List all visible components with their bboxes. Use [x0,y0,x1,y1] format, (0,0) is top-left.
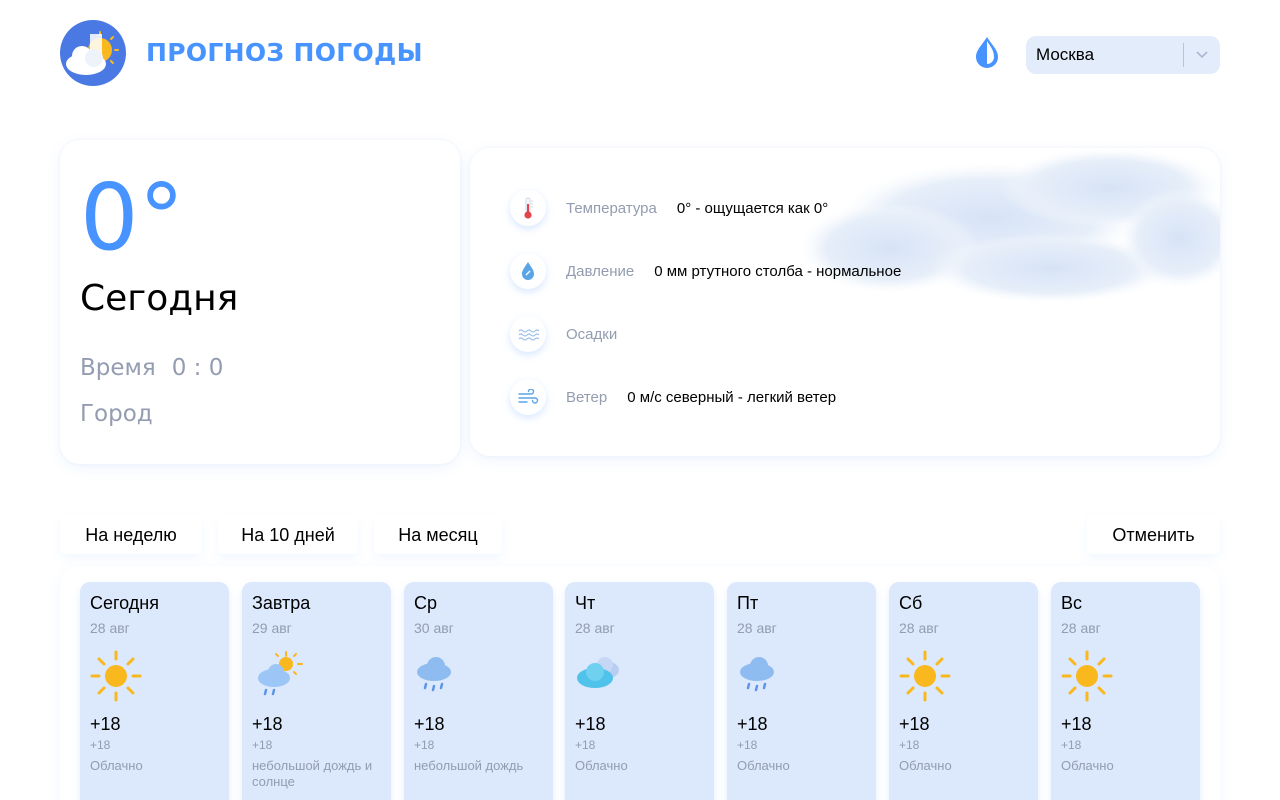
detail-row-precipitation: Осадки [510,314,637,354]
forecast-date: 30 авг [414,620,454,636]
forecast-description: Облачно [899,758,952,773]
forecast-day-card[interactable]: Ср 30 авг +18 +18 небольшой дождь [404,582,553,800]
detail-row-pressure: Давление 0 мм ртутного столба - нормальн… [510,251,901,291]
forecast-description: Облачно [575,758,628,773]
rain-sun-icon [250,648,306,704]
detail-label: Осадки [566,325,618,343]
detail-label: Давление [566,262,635,280]
drop-icon[interactable] [972,35,1002,69]
forecast-description: небольшой дождь и солнце [252,758,373,789]
forecast-panel: Сегодня 28 авг +18 +18 Облачно Завтра 29… [60,566,1220,800]
forecast-day-card[interactable]: Вс 28 авг +18 +18 Облачно [1051,582,1200,800]
app-title: ПРОГНОЗ ПОГОДЫ [146,38,423,67]
chevron-down-icon[interactable] [1184,36,1220,74]
pressure-drop-icon [510,253,546,289]
time-label: Время [80,355,156,381]
cloud-sun-icon [60,20,126,86]
forecast-day-card[interactable]: Пт 28 авг +18 +18 Облачно [727,582,876,800]
forecast-date: 28 авг [1061,620,1101,636]
forecast-day-name: Пт [737,593,759,613]
forecast-day-card[interactable]: Завтра 29 авг +18 +18 небольшой дождь и … [242,582,391,800]
city-label: Город [80,401,153,427]
sun-icon [1059,648,1115,704]
forecast-description: небольшой дождь [414,758,524,773]
tab-week[interactable]: На неделю [60,516,202,554]
wind-icon [510,379,546,415]
forecast-date: 28 авг [575,620,615,636]
detail-label: Температура [566,199,657,217]
forecast-date: 29 авг [252,620,292,636]
city-select-value: Москва [1036,45,1095,64]
forecast-description: Облачно [90,758,143,773]
forecast-feels-like: +18 [899,738,920,752]
forecast-day-name: Вс [1061,593,1083,613]
forecast-temp: +18 [737,714,768,734]
forecast-temp: +18 [414,714,445,734]
time-row: Время 0 : 0 [80,355,223,381]
sun-icon [88,648,144,704]
tab-10-days[interactable]: На 10 дней [218,516,358,554]
today-card: 0° Сегодня Время 0 : 0 Город [60,140,460,464]
forecast-feels-like: +18 [414,738,435,752]
forecast-date: 28 авг [737,620,777,636]
forecast-date: 28 авг [899,620,939,636]
rain-icon [735,648,791,704]
forecast-feels-like: +18 [737,738,758,752]
forecast-day-name: Завтра [252,593,311,613]
forecast-day-card[interactable]: Сб 28 авг +18 +18 Облачно [889,582,1038,800]
forecast-date: 28 авг [90,620,130,636]
current-temperature: 0° [80,164,185,271]
tab-month[interactable]: На месяц [374,516,502,554]
detail-value: 0 м/с северный - легкий ветер [627,388,837,406]
forecast-day-name: Ср [414,593,438,613]
detail-value: 0° - ощущается как 0° [676,199,829,217]
forecast-temp: +18 [575,714,606,734]
forecast-day-card[interactable]: Сегодня 28 авг +18 +18 Облачно [80,582,229,800]
time-value: 0 : 0 [171,355,224,381]
today-label: Сегодня [80,278,239,319]
city-select[interactable]: Москва [1026,36,1220,74]
header: ПРОГНОЗ ПОГОДЫ Москва [60,20,1220,86]
forecast-day-name: Чт [575,593,596,613]
forecast-day-name: Сб [899,593,923,613]
forecast-feels-like: +18 [1061,738,1082,752]
details-card: Температура 0° - ощущается как 0° Давлен… [470,148,1220,456]
forecast-description: Облачно [1061,758,1114,773]
cancel-button[interactable]: Отменить [1087,516,1220,554]
forecast-feels-like: +18 [90,738,111,752]
precipitation-icon [510,316,546,352]
thermometer-icon [510,190,546,226]
detail-row-temperature: Температура 0° - ощущается как 0° [510,188,828,228]
forecast-temp: +18 [1061,714,1092,734]
forecast-day-name: Сегодня [90,593,159,613]
forecast-temp: +18 [90,714,121,734]
forecast-feels-like: +18 [252,738,273,752]
forecast-temp: +18 [252,714,283,734]
rain-icon [412,648,468,704]
sun-icon [897,648,953,704]
forecast-temp: +18 [899,714,930,734]
forecast-day-card[interactable]: Чт 28 авг +18 +18 Облачно [565,582,714,800]
forecast-feels-like: +18 [575,738,596,752]
cloud-icon [573,648,629,704]
detail-row-wind: Ветер 0 м/с северный - легкий ветер [510,377,836,417]
forecast-description: Облачно [737,758,790,773]
detail-label: Ветер [566,388,608,406]
detail-value: 0 мм ртутного столба - нормальное [654,262,902,280]
cloud-background-image [800,148,1220,303]
